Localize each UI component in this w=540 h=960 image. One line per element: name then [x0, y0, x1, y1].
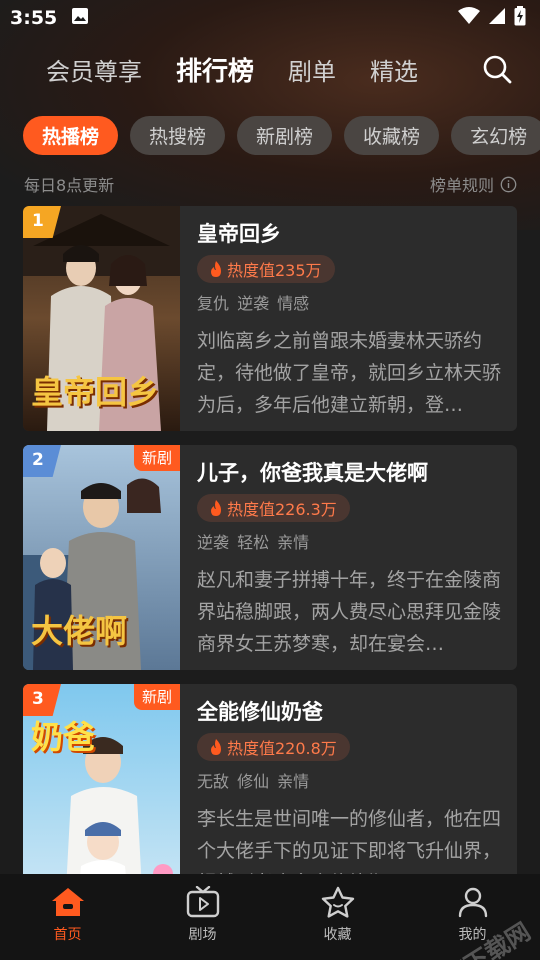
status-bar: 3:55 — [0, 0, 540, 36]
drama-poster[interactable]: 2 新剧 大佬啊 — [23, 445, 180, 670]
drama-title: 全能修仙奶爸 — [197, 700, 323, 724]
drama-tags: 复仇 逆袭 情感 — [197, 294, 310, 313]
search-button[interactable] — [480, 52, 514, 86]
nav-home[interactable]: 首页 — [0, 874, 135, 960]
heat-badge: 热度值226.3万 — [197, 494, 350, 522]
wifi-icon — [458, 7, 480, 29]
new-drama-badge: 新剧 — [133, 684, 180, 710]
drama-tags: 无敌 修仙 亲情 — [197, 772, 310, 791]
tab-vip[interactable]: 会员尊享 — [46, 52, 142, 87]
chip-favorites[interactable]: 收藏榜 — [344, 116, 440, 155]
poster-title-art: 大佬啊 — [31, 612, 128, 650]
home-icon — [51, 888, 84, 916]
nav-home-label: 首页 — [53, 927, 82, 943]
info-icon — [500, 176, 517, 192]
top-tab-bar: 会员尊享 排行榜 剧单 精选 — [0, 36, 540, 102]
nav-theater[interactable]: 剧场 — [135, 874, 270, 960]
update-note: 每日8点更新 — [24, 176, 115, 195]
search-icon — [483, 55, 512, 84]
drama-title: 儿子，你爸我真是大佬啊 — [197, 461, 428, 485]
drama-info: 皇帝回乡 热度值235万 复仇 逆袭 情感 刘临离乡之前曾跟未婚妻林天骄约定，待… — [180, 206, 517, 431]
heat-value: 热度值226.3万 — [227, 500, 337, 519]
drama-card[interactable]: 2 新剧 大佬啊 儿子，你爸我真是大佬啊 热度值226.3万 逆袭 轻松 亲情 … — [23, 445, 517, 670]
chip-hot-search[interactable]: 热搜榜 — [130, 116, 226, 155]
heat-badge: 热度值220.8万 — [197, 733, 350, 761]
ranking-rules-label: 榜单规则 — [429, 176, 494, 195]
gallery-notification-icon — [71, 7, 89, 29]
nav-favorites[interactable]: 收藏 — [270, 874, 405, 960]
heat-badge: 热度值235万 — [197, 255, 335, 283]
nav-favorites-label: 收藏 — [323, 927, 352, 943]
tab-ranking[interactable]: 排行榜 — [176, 51, 254, 88]
star-icon — [321, 886, 354, 918]
flame-icon — [211, 260, 221, 277]
signal-icon — [488, 7, 506, 29]
ranking-rules-link[interactable]: 榜单规则 — [430, 172, 517, 196]
status-time: 3:55 — [10, 7, 58, 29]
heat-value: 热度值235万 — [227, 261, 322, 280]
battery-icon — [514, 6, 526, 30]
drama-title: 皇帝回乡 — [197, 222, 281, 246]
flame-icon — [211, 738, 221, 755]
heat-value: 热度值220.8万 — [227, 739, 337, 758]
drama-description: 赵凡和妻子拼搏十年，终于在金陵商界站稳脚跟，两人费尽心思拜见金陵商界女王苏梦寒，… — [197, 569, 501, 655]
poster-title-art: 皇帝回乡 — [31, 373, 160, 411]
new-drama-badge: 新剧 — [133, 445, 180, 471]
user-icon — [458, 887, 487, 918]
ranking-list: 1 皇帝回乡 皇帝回乡 热度值235万 复仇 逆袭 情感 刘临离乡之前曾跟未婚妻… — [23, 206, 517, 923]
ranking-meta-row: 每日8点更新 榜单规则 — [0, 158, 540, 196]
flame-icon — [211, 499, 221, 516]
tv-play-icon — [186, 886, 219, 918]
poster-title-art: 奶爸 — [31, 718, 96, 756]
drama-poster[interactable]: 1 皇帝回乡 — [23, 206, 180, 431]
drama-card[interactable]: 1 皇帝回乡 皇帝回乡 热度值235万 复仇 逆袭 情感 刘临离乡之前曾跟未婚妻… — [23, 206, 517, 431]
bottom-navigation: 首页 剧场 收藏 我的 — [0, 874, 540, 960]
chip-fantasy[interactable]: 玄幻榜 — [451, 116, 540, 155]
chip-new-drama[interactable]: 新剧榜 — [237, 116, 333, 155]
drama-description: 刘临离乡之前曾跟未婚妻林天骄约定，待他做了皇帝，就回乡立林天骄为后，多年后他建立… — [197, 330, 501, 416]
drama-tags: 逆袭 轻松 亲情 — [197, 533, 310, 552]
drama-info: 儿子，你爸我真是大佬啊 热度值226.3万 逆袭 轻松 亲情 赵凡和妻子拼搏十年… — [180, 445, 517, 670]
ranking-category-chips: 热播榜 热搜榜 新剧榜 收藏榜 玄幻榜 — [0, 102, 540, 158]
nav-theater-label: 剧场 — [188, 927, 217, 943]
tab-featured[interactable]: 精选 — [370, 52, 418, 87]
tab-playlist[interactable]: 剧单 — [288, 52, 336, 87]
chip-hot-play[interactable]: 热播榜 — [23, 116, 119, 155]
